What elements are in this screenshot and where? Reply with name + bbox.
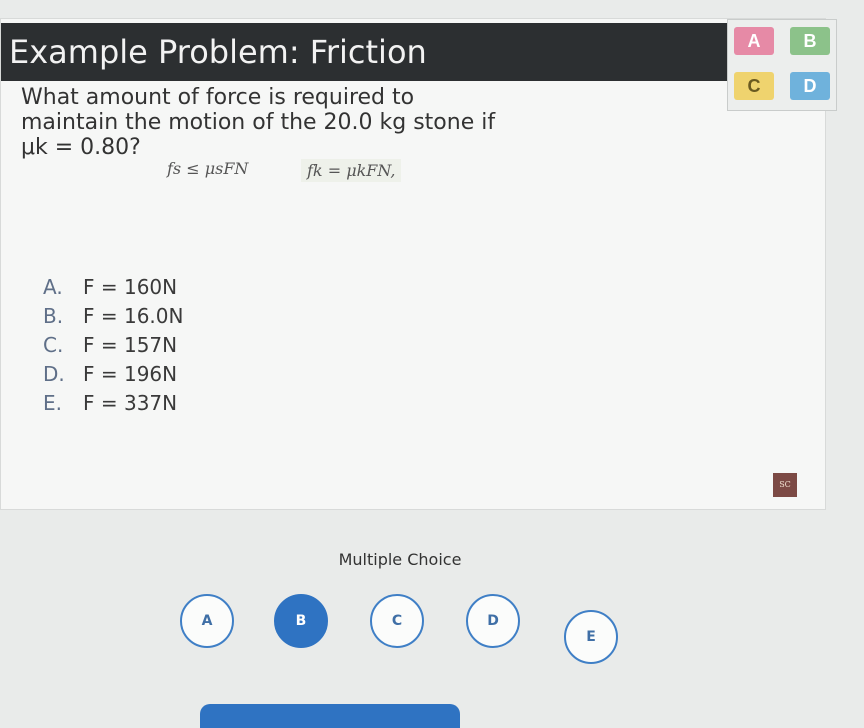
option-letter: D. <box>43 362 65 386</box>
kinetic-friction-formula: fk = μkFN, <box>301 159 402 182</box>
logo-tile-b: B <box>790 27 830 55</box>
slide-title: Example Problem: Friction <box>1 23 733 81</box>
submit-button[interactable] <box>200 704 460 728</box>
option-letter: B. <box>43 304 64 328</box>
logo-tile-a: A <box>734 27 774 55</box>
answer-options-list: A. F = 160N B. F = 16.0N C. F = 157N D. F = … <box>43 273 183 418</box>
option-letter: A. <box>43 275 63 299</box>
school-badge-icon: SC <box>773 473 797 497</box>
option-text: F = 337N <box>83 391 178 415</box>
option-d: D. F = 196N <box>43 360 183 389</box>
multiple-choice-label: Multiple Choice <box>338 550 462 569</box>
question-line: maintain the motion of the 20.0 kg stone… <box>21 110 496 135</box>
option-text: F = 160N <box>83 275 178 299</box>
option-text: F = 157N <box>83 333 178 357</box>
option-e: E. F = 337N <box>43 389 183 418</box>
option-b: B. F = 16.0N <box>43 302 183 331</box>
logo-tile-c: C <box>734 72 774 100</box>
choice-b-button[interactable]: B <box>274 594 328 648</box>
choice-d-button[interactable]: D <box>466 594 520 648</box>
option-letter: E. <box>43 391 62 415</box>
choice-c-button[interactable]: C <box>370 594 424 648</box>
question-line: What amount of force is required to <box>21 85 415 110</box>
choice-e-button[interactable]: E <box>564 610 618 664</box>
slide-panel: Example Problem: Friction A B C D What a… <box>0 18 837 510</box>
option-text: F = 16.0N <box>83 304 184 328</box>
app-logo: A B C D <box>727 19 837 111</box>
option-c: C. F = 157N <box>43 331 183 360</box>
option-letter: C. <box>43 333 64 357</box>
choice-a-button[interactable]: A <box>180 594 234 648</box>
static-friction-formula: fs ≤ μsFN <box>167 159 249 178</box>
question-line: μk = 0.80? <box>21 135 141 160</box>
option-text: F = 196N <box>83 362 178 386</box>
question-text: What amount of force is required to main… <box>21 85 621 160</box>
logo-tile-d: D <box>790 72 830 100</box>
option-a: A. F = 160N <box>43 273 183 302</box>
